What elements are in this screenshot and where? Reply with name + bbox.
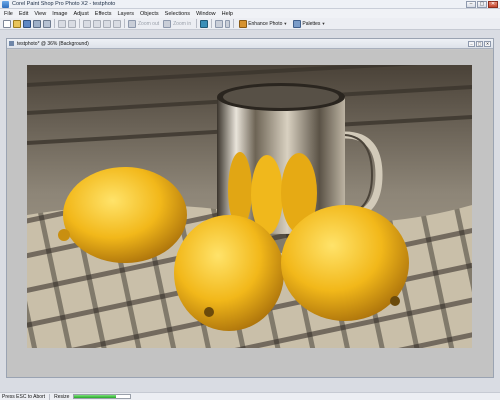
menu-image[interactable]: Image: [52, 11, 67, 17]
organizer-icon[interactable]: [200, 19, 209, 28]
menu-file[interactable]: File: [4, 11, 13, 17]
toolbar-separator: [211, 19, 213, 28]
toolbar-separator: [124, 19, 125, 28]
palettes-icon: [293, 19, 302, 28]
print-icon[interactable]: [43, 19, 51, 28]
title-bar: Corel Paint Shop Pro Photo X2 - testphot…: [0, 0, 500, 9]
document-title-bar: testphoto* @ 36% (Background) – ▢ ✕: [7, 39, 493, 49]
photo-canvas[interactable]: [27, 65, 472, 348]
progress-bar: [73, 394, 132, 399]
toolbar-separator: [54, 19, 55, 28]
menu-help[interactable]: Help: [222, 11, 233, 17]
chevron-down-icon: ▼: [321, 21, 326, 26]
zoom-in-label[interactable]: Zoom in: [173, 21, 191, 27]
document-maximize-button[interactable]: ▢: [476, 41, 483, 47]
status-separator: [49, 393, 51, 400]
status-operation: Resize: [54, 393, 70, 400]
copy-icon[interactable]: [93, 19, 101, 28]
menu-view[interactable]: View: [34, 11, 46, 17]
enhance-photo-icon: [239, 19, 248, 28]
document-controls: – ▢ ✕: [468, 41, 491, 47]
menu-edit[interactable]: Edit: [19, 11, 28, 17]
paste-icon[interactable]: [103, 19, 111, 28]
palettes-dropdown[interactable]: Palettes ▼: [291, 19, 327, 28]
menu-objects[interactable]: Objects: [140, 11, 159, 17]
document-icon: [9, 41, 14, 46]
close-button[interactable]: ✕: [488, 1, 498, 8]
zoom-out-icon[interactable]: [128, 19, 136, 28]
menu-selections[interactable]: Selections: [165, 11, 190, 17]
enhance-photo-label: Enhance Photo: [248, 20, 283, 27]
document-minimize-button[interactable]: –: [468, 41, 475, 47]
enhance-photo-dropdown[interactable]: Enhance Photo ▼: [237, 19, 289, 28]
window-title: Corel Paint Shop Pro Photo X2 - testphot…: [12, 1, 116, 7]
canvas-area[interactable]: [7, 50, 493, 377]
photo-image: [27, 65, 472, 348]
menu-effects[interactable]: Effects: [95, 11, 112, 17]
save-icon[interactable]: [23, 19, 31, 28]
document-window: testphoto* @ 36% (Background) – ▢ ✕: [6, 38, 494, 378]
script-icon[interactable]: [215, 19, 224, 28]
toolbar-separator: [196, 19, 198, 28]
standard-toolbar: Zoom out Zoom in Enhance Photo ▼ Palette…: [0, 18, 500, 30]
zoom-out-label[interactable]: Zoom out: [138, 21, 159, 27]
menu-bar: File Edit View Image Adjust Effects Laye…: [0, 9, 500, 18]
chevron-down-icon: ▼: [283, 21, 288, 26]
window-controls: – ▢ ✕: [466, 1, 498, 8]
toolbar-separator: [79, 19, 80, 28]
minimize-button[interactable]: –: [466, 1, 476, 8]
redo-icon[interactable]: [68, 19, 76, 28]
paste-new-icon[interactable]: [113, 19, 121, 28]
cut-icon[interactable]: [83, 19, 91, 28]
script-dropdown-icon[interactable]: [225, 19, 231, 28]
document-title: testphoto* @ 36% (Background): [17, 40, 89, 47]
progress-fill: [74, 395, 117, 398]
status-hint: Press ESC to Abort: [2, 393, 46, 400]
menu-layers[interactable]: Layers: [118, 11, 135, 17]
toolbar-separator: [233, 19, 235, 28]
zoom-in-icon[interactable]: [163, 19, 172, 28]
document-close-button[interactable]: ✕: [484, 41, 491, 47]
status-bar: Press ESC to Abort Resize: [0, 392, 500, 400]
browse-icon[interactable]: [33, 19, 41, 28]
undo-icon[interactable]: [58, 19, 66, 28]
menu-adjust[interactable]: Adjust: [73, 11, 88, 17]
menu-window[interactable]: Window: [196, 11, 216, 17]
palettes-label: Palettes: [302, 20, 321, 27]
maximize-button[interactable]: ▢: [477, 1, 487, 8]
new-file-icon[interactable]: [3, 19, 11, 28]
open-folder-icon[interactable]: [13, 19, 21, 28]
app-icon: [2, 0, 9, 8]
